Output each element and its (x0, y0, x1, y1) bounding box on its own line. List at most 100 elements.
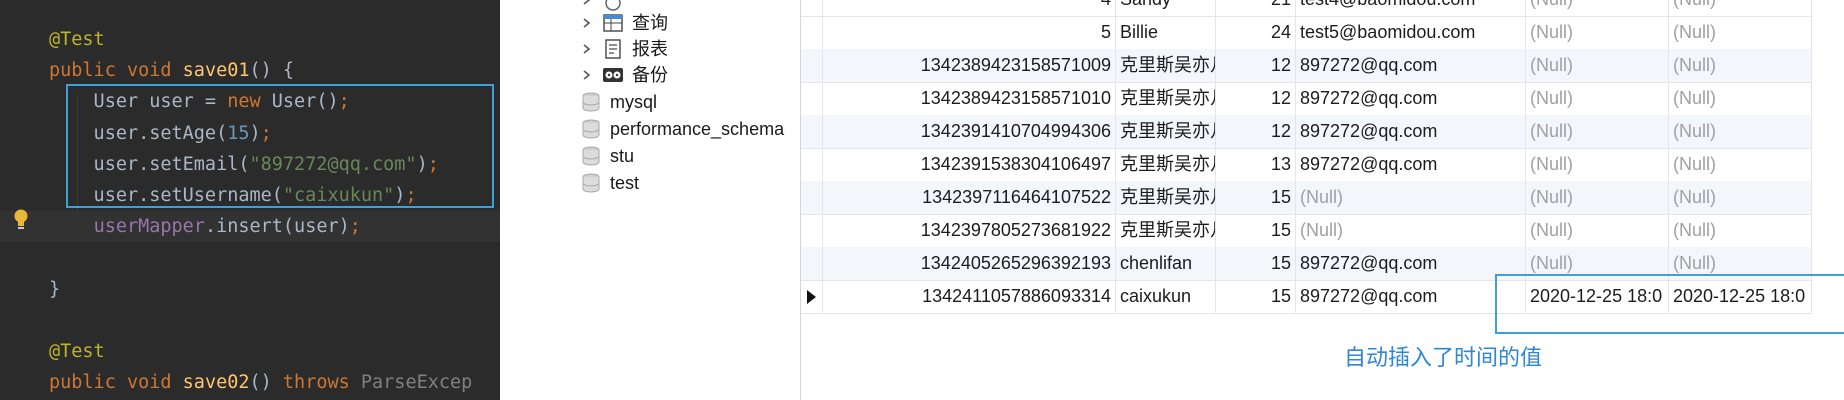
table-cell-t1[interactable]: (Null) (1526, 148, 1669, 181)
table-cell-t1[interactable]: 2020-12-25 18:0 (1526, 280, 1669, 313)
table-cell-name[interactable]: 克里斯吴亦凡 (1116, 115, 1216, 148)
table-cell-t2[interactable]: (Null) (1669, 49, 1812, 82)
table-cell-name[interactable]: Billie (1116, 16, 1216, 49)
row-indicator[interactable] (801, 16, 823, 49)
code-line[interactable]: @Test (0, 336, 500, 367)
table-cell-age[interactable]: 21 (1216, 0, 1296, 16)
tree-item-performance-schema[interactable]: performance_schema (580, 116, 800, 142)
row-indicator[interactable] (801, 280, 823, 313)
table-cell-name[interactable]: caixukun (1116, 280, 1216, 313)
table-cell-t1[interactable]: (Null) (1526, 181, 1669, 214)
code-line[interactable]: user.setAge(15); (0, 118, 500, 149)
table-cell-id[interactable]: 1342391410704994306 (823, 115, 1116, 148)
table-cell-age[interactable]: 12 (1216, 82, 1296, 115)
table-cell-age[interactable]: 24 (1216, 16, 1296, 49)
data-grid[interactable]: 4Sandy21test4@baomidou.com(Null)(Null)5B… (800, 0, 1844, 400)
tree-item-report[interactable]: 报表 (580, 36, 780, 62)
table-cell-email[interactable]: 897272@qq.com (1296, 115, 1526, 148)
table-cell-t1[interactable]: (Null) (1526, 16, 1669, 49)
table-cell-name[interactable]: chenlifan (1116, 247, 1216, 280)
table-cell-t2[interactable]: (Null) (1669, 148, 1812, 181)
table-cell-name[interactable]: 克里斯吴亦凡 (1116, 214, 1216, 247)
table-cell-age[interactable]: 13 (1216, 148, 1296, 181)
tree-item-test[interactable]: test (580, 170, 800, 196)
table-cell-name[interactable]: 克里斯吴亦凡 (1116, 49, 1216, 82)
table-row[interactable]: 5 Billie 24 test5@baomidou.com (Null) (Null) (801, 16, 1812, 50)
row-indicator[interactable] (801, 115, 823, 148)
table-row[interactable]: 1342397805273681922克里斯吴亦凡15(Null)(Null)(… (801, 214, 1812, 248)
row-indicator[interactable] (801, 82, 823, 115)
table-cell-name[interactable]: 克里斯吴亦凡 (1116, 181, 1216, 214)
code-line[interactable]: User user = new User(); (0, 86, 500, 117)
code-line[interactable]: public void save01() { (0, 55, 500, 86)
table-cell-email[interactable]: (Null) (1296, 214, 1526, 247)
row-indicator[interactable] (801, 49, 823, 82)
table-cell-email[interactable]: 897272@qq.com (1296, 148, 1526, 181)
table-cell-id[interactable]: 1342411057886093314 (823, 280, 1116, 313)
table-cell-id[interactable]: 1342397116464107522 (823, 181, 1116, 214)
table-row[interactable]: 1342411057886093314 caixukun 15 897272@qq.c… (801, 280, 1812, 314)
table-cell-t2[interactable]: 2020-12-25 18:0 (1669, 280, 1812, 313)
table-cell-age[interactable]: 15 (1216, 280, 1296, 313)
table-cell-age[interactable]: 12 (1216, 49, 1296, 82)
code-line[interactable]: user.setEmail("897272@qq.com"); (0, 149, 500, 180)
row-indicator[interactable] (801, 148, 823, 181)
table-cell-email[interactable]: (Null) (1296, 181, 1526, 214)
table-cell-email[interactable]: 897272@qq.com (1296, 280, 1526, 313)
table-cell-t1[interactable]: (Null) (1526, 115, 1669, 148)
table-cell-email[interactable]: test5@baomidou.com (1296, 16, 1526, 49)
table-cell-email[interactable]: test4@baomidou.com (1296, 0, 1526, 16)
chevron-right-icon[interactable] (580, 36, 594, 62)
table-cell-t1[interactable]: (Null) (1526, 247, 1669, 280)
code-line[interactable]: @Test (0, 24, 500, 55)
table-row[interactable]: 1342397116464107522克里斯吴亦凡15(Null)(Null)(… (801, 181, 1812, 215)
code-line[interactable]: user.setUsername("caixukun"); (0, 180, 500, 211)
table-cell-t2[interactable]: (Null) (1669, 0, 1812, 16)
table-cell-id[interactable]: 1342389423158571009 (823, 49, 1116, 82)
table-cell-id[interactable]: 4 (823, 0, 1116, 16)
table-cell-name[interactable]: 克里斯吴亦凡 (1116, 82, 1216, 115)
code-line[interactable]: userMapper.insert(user); (0, 211, 500, 242)
table-row[interactable]: 4Sandy21test4@baomidou.com(Null)(Null) (801, 0, 1812, 17)
code-line[interactable]: public void save02() throws ParseExcep (0, 367, 500, 398)
table-cell-t2[interactable]: (Null) (1669, 181, 1812, 214)
table-cell-t1[interactable]: (Null) (1526, 82, 1669, 115)
table-cell-t2[interactable]: (Null) (1669, 247, 1812, 280)
row-indicator[interactable] (801, 214, 823, 247)
code-editor[interactable]: @Test public void save01() { User user = … (0, 0, 500, 400)
table-cell-t2[interactable]: (Null) (1669, 16, 1812, 49)
lightbulb-icon[interactable] (12, 208, 30, 232)
table-row[interactable]: 1342405265296392193 chenlifan 15 897272@qq.… (801, 247, 1812, 281)
table-cell-id[interactable]: 1342389423158571010 (823, 82, 1116, 115)
table-cell-email[interactable]: 897272@qq.com (1296, 247, 1526, 280)
tree-item-query[interactable]: 查询 (580, 10, 780, 36)
table-cell-age[interactable]: 12 (1216, 115, 1296, 148)
table-cell-id[interactable]: 1342391538304106497 (823, 148, 1116, 181)
table-row[interactable]: 1342389423158571010克里斯吴亦凡12897272@qq.com… (801, 82, 1812, 116)
table-cell-name[interactable]: 克里斯吴亦凡 (1116, 148, 1216, 181)
table-cell-t1[interactable]: (Null) (1526, 49, 1669, 82)
row-indicator[interactable] (801, 247, 823, 280)
table-cell-t1[interactable]: (Null) (1526, 214, 1669, 247)
table-cell-email[interactable]: 897272@qq.com (1296, 82, 1526, 115)
table-cell-email[interactable]: 897272@qq.com (1296, 49, 1526, 82)
tree-item-stu[interactable]: stu (580, 143, 800, 169)
table-cell-age[interactable]: 15 (1216, 181, 1296, 214)
table-cell-age[interactable]: 15 (1216, 247, 1296, 280)
table-cell-id[interactable]: 1342405265296392193 (823, 247, 1116, 280)
tree-item-backup[interactable]: 备份 (580, 62, 780, 88)
table-cell-age[interactable]: 15 (1216, 214, 1296, 247)
chevron-right-icon[interactable] (580, 10, 594, 36)
table-cell-id[interactable]: 5 (823, 16, 1116, 49)
code-line[interactable] (0, 305, 500, 336)
table-cell-t2[interactable]: (Null) (1669, 115, 1812, 148)
row-indicator[interactable] (801, 181, 823, 214)
table-cell-id[interactable]: 1342397805273681922 (823, 214, 1116, 247)
table-cell-t1[interactable]: (Null) (1526, 0, 1669, 16)
row-indicator[interactable] (801, 0, 823, 16)
table-cell-t2[interactable]: (Null) (1669, 82, 1812, 115)
table-row[interactable]: 1342391538304106497克里斯吴亦凡13897272@qq.com… (801, 148, 1812, 182)
table-row[interactable]: 1342391410704994306克里斯吴亦凡12897272@qq.com… (801, 115, 1812, 149)
code-line[interactable]: } (0, 274, 500, 305)
table-cell-name[interactable]: Sandy (1116, 0, 1216, 16)
